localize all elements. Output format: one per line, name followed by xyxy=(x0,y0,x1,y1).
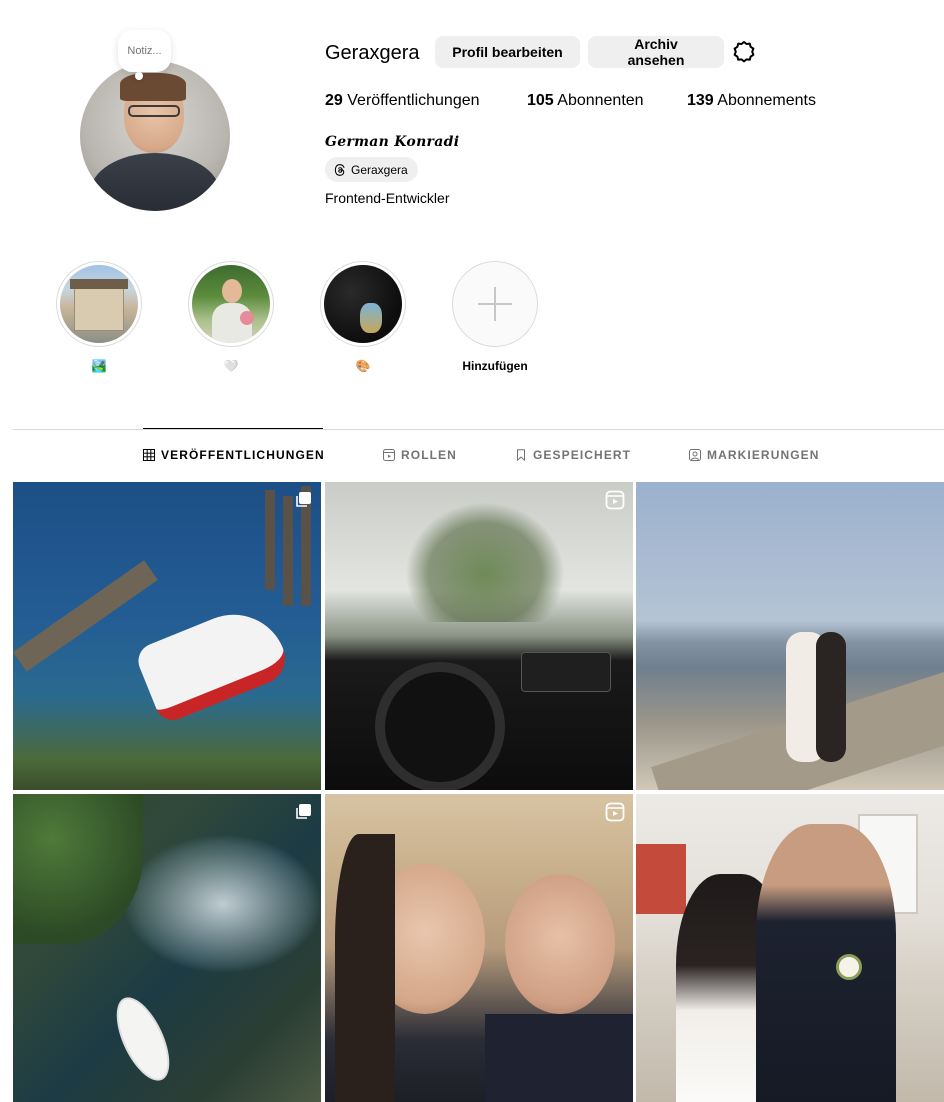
reels-icon xyxy=(383,449,395,461)
following-count[interactable]: 139 Abonnements xyxy=(687,92,816,110)
threads-link[interactable]: Geraxgera xyxy=(325,157,418,182)
post-thumbnail[interactable] xyxy=(636,794,944,1102)
post-thumbnail[interactable] xyxy=(13,482,321,790)
threads-handle: Geraxgera xyxy=(351,162,408,177)
post-thumbnail[interactable] xyxy=(636,482,944,790)
multi-photo-icon xyxy=(296,492,311,507)
tab-saved-label: GESPEICHERT xyxy=(533,448,632,462)
grid-icon xyxy=(143,449,155,461)
tab-posts-label: VERÖFFENTLICHUNGEN xyxy=(161,448,325,462)
tab-tagged-label: MARKIERUNGEN xyxy=(707,448,820,462)
highlight-label: 🤍 xyxy=(223,359,239,373)
multi-photo-icon xyxy=(296,804,311,819)
full-name: German Konradi xyxy=(325,134,460,150)
tab-saved[interactable]: GESPEICHERT xyxy=(515,448,631,462)
highlight-cover xyxy=(60,265,138,343)
tab-posts[interactable]: VERÖFFENTLICHUNGEN xyxy=(143,448,325,462)
tab-reels[interactable]: ROLLEN xyxy=(383,448,457,462)
highlight-item[interactable]: 🏞️ xyxy=(56,261,142,375)
reel-icon xyxy=(605,490,625,510)
bookmark-icon xyxy=(517,449,525,461)
username: Geraxgera xyxy=(325,42,420,64)
view-archive-button[interactable]: Archiv ansehen xyxy=(588,36,724,68)
highlight-item[interactable]: 🤍 xyxy=(188,261,274,375)
bio: Frontend-Entwickler xyxy=(325,190,450,206)
edit-profile-button[interactable]: Profil bearbeiten xyxy=(435,36,580,68)
post-thumbnail[interactable] xyxy=(325,794,633,1102)
highlight-cover xyxy=(324,265,402,343)
post-thumbnail[interactable] xyxy=(13,794,321,1102)
tag-icon xyxy=(689,449,701,461)
plus-icon xyxy=(478,287,512,321)
threads-icon xyxy=(334,163,345,176)
posts-count: 29 Veröffentlichungen xyxy=(325,92,480,109)
note-bubble-tail-small xyxy=(137,76,141,80)
note-bubble[interactable]: Notiz... xyxy=(118,30,171,72)
reel-icon xyxy=(605,802,625,822)
followers-count[interactable]: 105 Abonnenten xyxy=(527,92,644,110)
highlight-label: 🎨 xyxy=(355,359,371,373)
note-text: Notiz... xyxy=(127,45,162,57)
tab-reels-label: ROLLEN xyxy=(401,448,457,462)
settings-icon[interactable] xyxy=(732,40,756,64)
add-highlight[interactable]: Hinzufügen xyxy=(452,261,538,375)
add-highlight-label: Hinzufügen xyxy=(462,359,528,373)
profile-avatar[interactable] xyxy=(80,61,230,211)
highlight-cover xyxy=(192,265,270,343)
active-tab-indicator xyxy=(143,428,323,429)
avatar-image xyxy=(80,61,230,211)
tab-tagged[interactable]: MARKIERUNGEN xyxy=(689,448,820,462)
tabs-divider xyxy=(13,429,944,430)
post-thumbnail[interactable] xyxy=(325,482,633,790)
highlight-label: 🏞️ xyxy=(91,359,107,373)
highlight-item[interactable]: 🎨 xyxy=(320,261,406,375)
